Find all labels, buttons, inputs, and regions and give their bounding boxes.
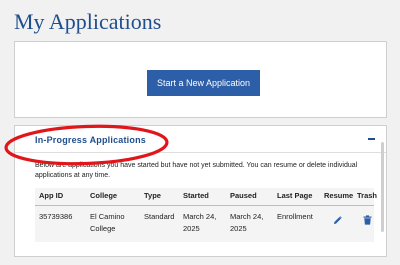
table-header-paused: Paused [230,191,257,200]
table-header-trash: Trash [357,191,378,200]
table-header-last-page: Last Page [277,191,313,200]
minus-icon [367,138,375,140]
trash-icon [363,215,372,225]
table-header-resume: Resume [324,191,354,200]
resume-button[interactable] [333,212,343,230]
start-card: Start a New Application [14,41,387,118]
table-header-college: College [90,191,118,200]
cell-paused: March 24, 2025 [230,212,264,233]
scrollbar[interactable] [381,142,384,232]
table-header-started: Started [183,191,209,200]
in-progress-title: In-Progress Applications [35,135,146,145]
pencil-icon [334,216,342,224]
page-title: My Applications [14,9,162,34]
table-header-divider [35,205,374,206]
cell-college: El Camino College [90,212,125,233]
collapse-button[interactable] [364,132,378,146]
table-header-type: Type [144,191,161,200]
in-progress-description: Below are applications you have started … [35,162,358,179]
cell-app-id: 35739386 [39,212,73,221]
cell-started: March 24, 2025 [183,212,217,233]
applications-table: App ID College Type Started Paused Last … [35,188,378,242]
trash-button[interactable] [363,212,372,230]
table-header-app-id: App ID [39,191,64,200]
in-progress-header: In-Progress Applications [15,126,386,153]
in-progress-card: In-Progress Applications Below are appli… [14,125,387,257]
cell-type: Standard [144,212,175,221]
start-new-application-button[interactable]: Start a New Application [147,70,260,96]
cell-last-page: Enrollment [277,212,313,221]
